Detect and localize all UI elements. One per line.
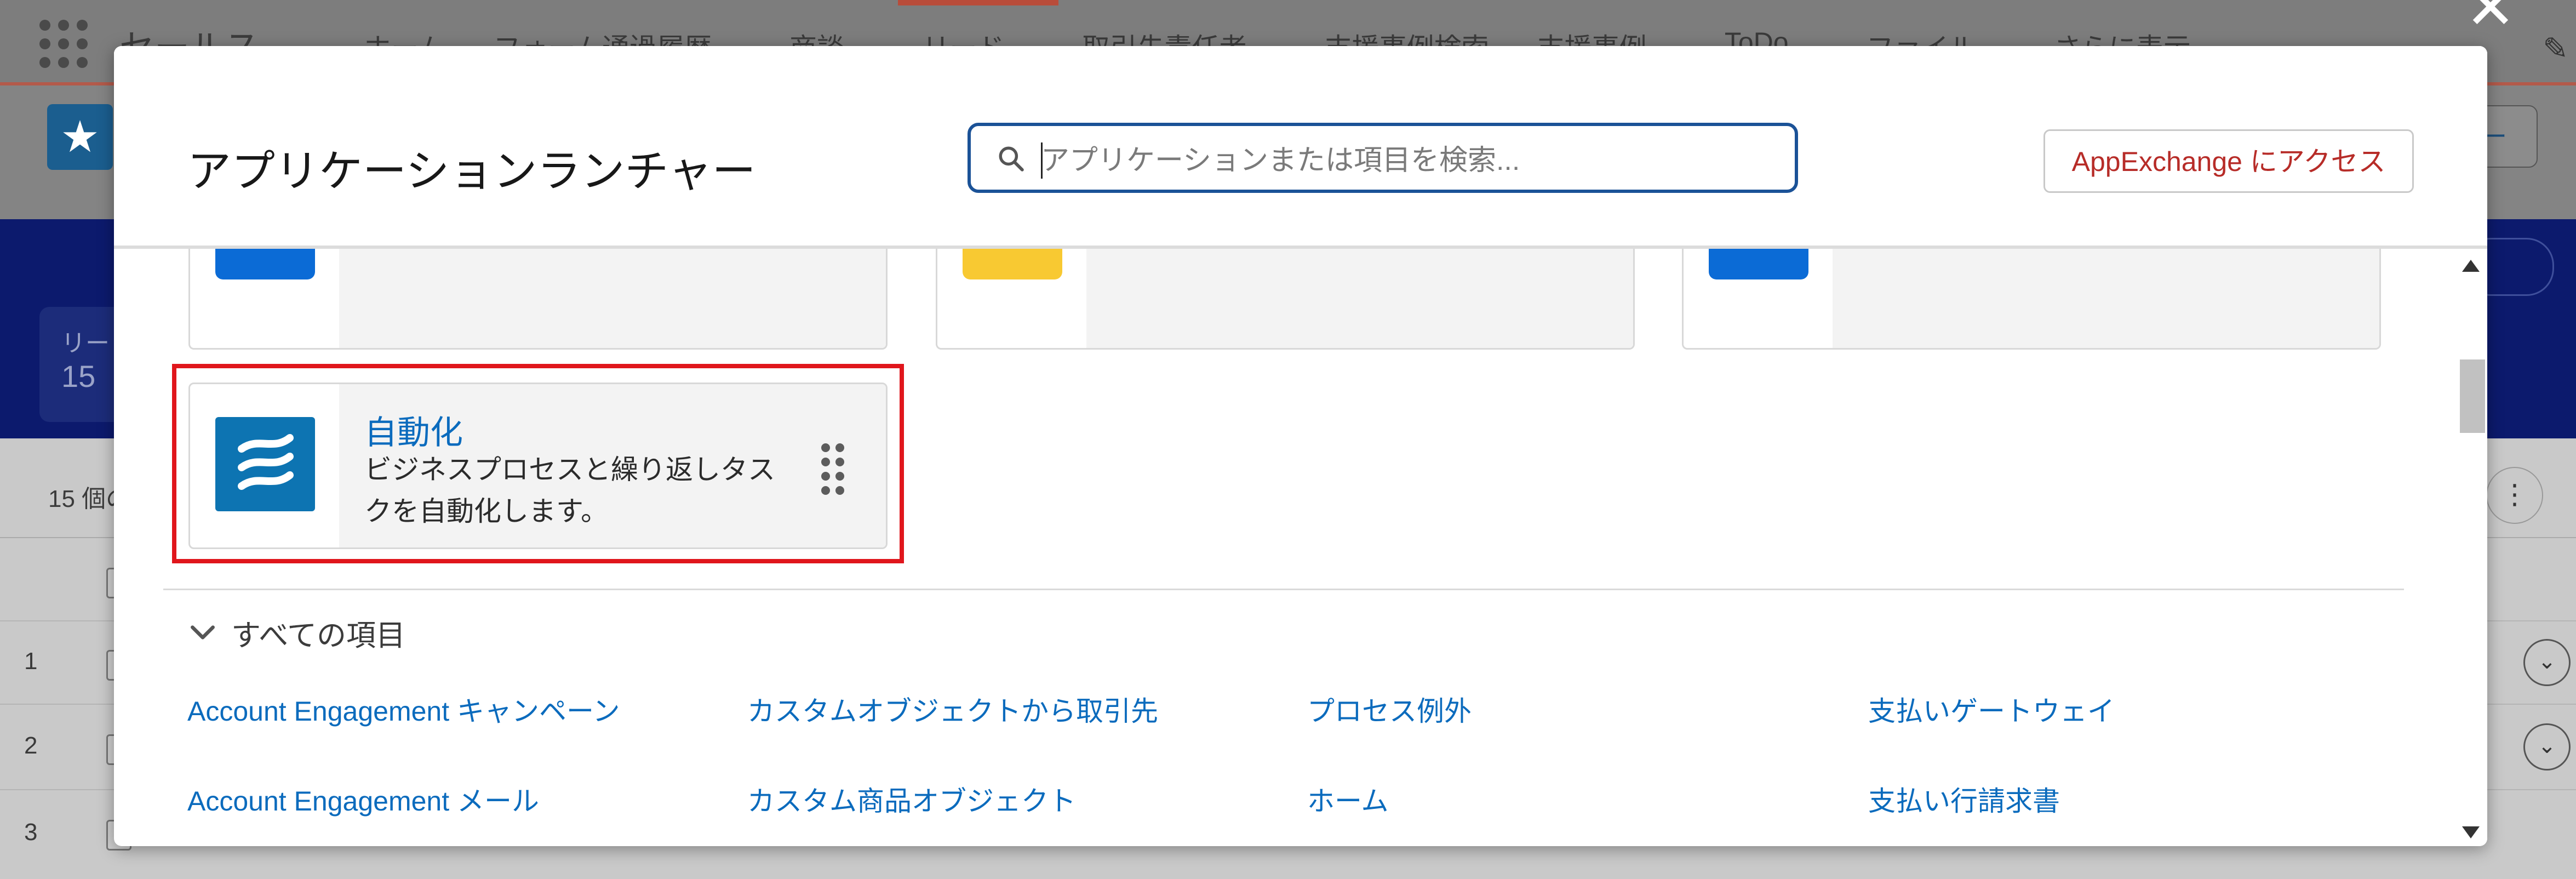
item-link[interactable]: 支払いゲートウェイ [1868,689,2115,729]
row-action-icon: ⌄ [2523,723,2571,770]
item-link[interactable]: ホーム [1307,779,1389,819]
all-items-toggle[interactable]: すべての項目 [187,610,405,654]
scroll-down-arrow-icon[interactable] [2462,826,2480,838]
app-launcher-modal: アプリケーションランチャー AppExchange にアクセス [114,46,2487,846]
more-actions-icon: ⋮ [2486,467,2543,524]
item-link[interactable]: 支払い行請求書 [1868,779,2060,819]
row-number: 1 [24,648,38,675]
item-link[interactable]: プロセス例外 [1307,689,1472,729]
modal-title: アプリケーションランチャー [187,147,756,196]
app-icon [963,249,1062,279]
search-icon [999,146,1024,172]
app-search-box[interactable] [968,123,1798,193]
lead-object-icon: ★ [47,104,113,170]
app-tile[interactable] [188,249,888,350]
item-link[interactable]: Account Engagement メール [187,779,539,819]
item-link[interactable]: カスタム商品オブジェクト [747,779,1076,819]
item-link[interactable]: Account Engagement キャンペーン [187,689,620,729]
row-number: 2 [24,732,38,759]
modal-header: アプリケーションランチャー AppExchange にアクセス [114,46,2487,249]
app-search-input[interactable] [1040,138,1754,183]
app-icon [215,249,315,279]
app-tile[interactable] [1682,249,2381,350]
scroll-up-arrow-icon[interactable] [2462,260,2480,272]
modal-body: 自動化 ビジネスプロセスと繰り返しタスクを自動化します。 すべての項目 Acco… [114,249,2487,846]
appexchange-button[interactable]: AppExchange にアクセス [2043,129,2414,193]
row-number: 3 [24,819,38,846]
app-tile[interactable] [936,249,1635,350]
all-items-label: すべての項目 [231,619,406,652]
close-modal-icon[interactable]: ✕ [2465,0,2516,38]
chevron-down-icon [191,625,215,640]
edit-pencil-icon: ✎ [2543,31,2568,66]
scrollbar-thumb[interactable] [2460,359,2485,433]
highlight-box [172,364,904,563]
modal-scrollbar[interactable] [2455,249,2487,846]
app-launcher-grid-icon [39,20,89,69]
row-action-icon: ⌄ [2523,639,2571,686]
app-icon [1709,249,1808,279]
item-link[interactable]: カスタムオブジェクトから取引先 [747,689,1158,729]
